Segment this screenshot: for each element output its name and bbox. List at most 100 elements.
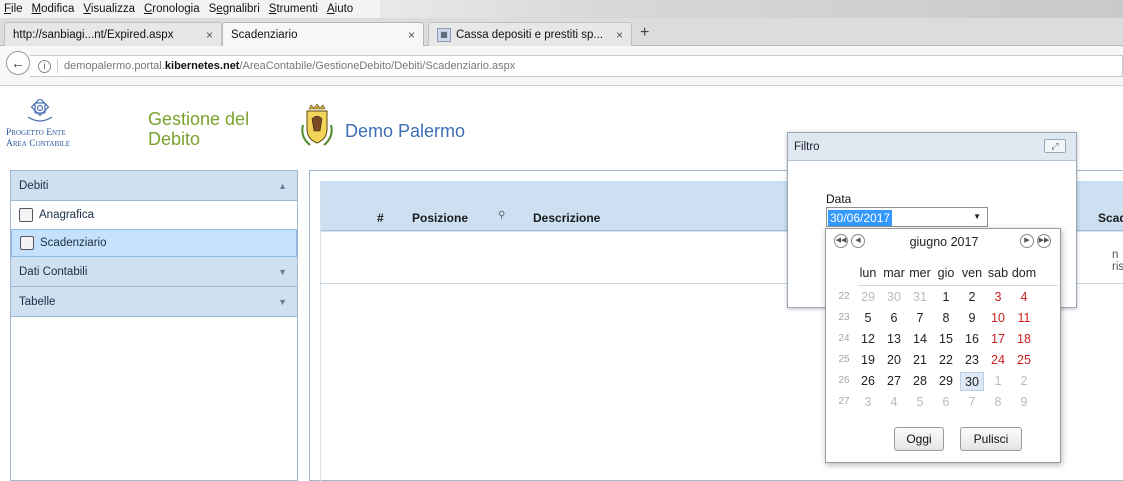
sidebar-item-anagrafica[interactable]: Anagrafica xyxy=(11,201,297,229)
calendar-day[interactable]: 16 xyxy=(960,330,984,349)
back-button[interactable]: ← xyxy=(6,51,30,75)
clear-button[interactable]: Pulisci xyxy=(960,427,1022,451)
calendar-day-other-month[interactable]: 5 xyxy=(908,393,932,412)
section-label: Debiti xyxy=(19,179,49,192)
title-bar-drag-area[interactable] xyxy=(380,0,1123,18)
week-number: 23 xyxy=(838,312,850,323)
calendar-day-other-month[interactable]: 4 xyxy=(882,393,906,412)
menu-visualizza[interactable]: Visualizza xyxy=(83,3,135,15)
dropdown-arrow-icon[interactable]: ▼ xyxy=(973,212,981,221)
calendar-day[interactable]: 22 xyxy=(934,351,958,370)
calendar-day-other-month[interactable]: 6 xyxy=(934,393,958,412)
close-tab-icon[interactable]: × xyxy=(408,28,415,42)
sidebar-item-scadenziario[interactable]: Scadenziario xyxy=(11,229,297,257)
weekday-label: mer xyxy=(909,266,931,280)
sidebar-section-dati-contabili[interactable]: Dati Contabili ▼ xyxy=(11,257,297,287)
url-prefix: demopalermo.portal. xyxy=(64,60,165,72)
calendar-day[interactable]: 7 xyxy=(908,309,932,328)
gauge-icon xyxy=(19,207,33,222)
calendar-day-other-month[interactable]: 29 xyxy=(856,288,880,307)
tab-cassa-depositi[interactable]: ▦ Cassa depositi e prestiti sp... × xyxy=(428,22,632,46)
calendar-day[interactable]: 6 xyxy=(882,309,906,328)
brand-text: Progetto Ente Area Contabile xyxy=(6,128,116,150)
sidebar-section-tabelle[interactable]: Tabelle ▼ xyxy=(11,287,297,317)
calendar-day-other-month[interactable]: 1 xyxy=(986,372,1010,391)
menu-modifica[interactable]: Modifica xyxy=(32,3,75,15)
calendar-day[interactable]: 13 xyxy=(882,330,906,349)
calendar-day-other-month[interactable]: 31 xyxy=(908,288,932,307)
calendar-day-other-month[interactable]: 3 xyxy=(856,393,880,412)
menu-file[interactable]: File xyxy=(4,3,23,15)
column-header-scadenza[interactable]: Scad xyxy=(1098,211,1123,225)
date-value[interactable]: 30/06/2017 xyxy=(828,210,893,226)
today-button[interactable]: Oggi xyxy=(894,427,944,451)
calendar-day[interactable]: 14 xyxy=(908,330,932,349)
column-header-posizione[interactable]: Posizione xyxy=(412,211,468,225)
back-arrow-icon: ← xyxy=(11,55,25,71)
calendar-day[interactable]: 3 xyxy=(986,288,1010,307)
calendar-day[interactable]: 18 xyxy=(1012,330,1036,349)
calendar-day[interactable]: 15 xyxy=(934,330,958,349)
menu-strumenti[interactable]: Strumenti xyxy=(269,3,318,15)
calendar-day[interactable]: 1 xyxy=(934,288,958,307)
week-number: 22 xyxy=(838,291,850,302)
calendar-day-selected[interactable]: 30 xyxy=(960,372,984,391)
calendar-day-other-month[interactable]: 7 xyxy=(960,393,984,412)
calendar-day[interactable]: 20 xyxy=(882,351,906,370)
calendar-day[interactable]: 2 xyxy=(960,288,984,307)
filter-title-bar[interactable]: Filtro ⤢ xyxy=(788,133,1076,161)
brand-line-2: Area Contabile xyxy=(6,139,71,149)
weekday-label: lun xyxy=(859,266,877,280)
sidebar: Debiti ▲ Anagrafica Scadenziario Dati Co… xyxy=(10,170,298,481)
sidebar-section-debiti[interactable]: Debiti ▲ xyxy=(11,171,297,201)
calendar-day-other-month[interactable]: 8 xyxy=(986,393,1010,412)
close-tab-icon[interactable]: × xyxy=(616,28,623,42)
brand-logo-icon xyxy=(27,99,53,122)
calendar-day[interactable]: 25 xyxy=(1012,351,1036,370)
chevron-down-icon: ▼ xyxy=(278,296,287,307)
next-month-icon[interactable]: ▶ xyxy=(1020,234,1034,248)
calendar-day[interactable]: 24 xyxy=(986,351,1010,370)
navigation-bar: i demopalermo.portal. kibernetes.net/Area… xyxy=(0,46,1123,86)
calendar-day[interactable]: 23 xyxy=(960,351,984,370)
calendar-day[interactable]: 29 xyxy=(934,372,958,391)
tab-scadenziario[interactable]: Scadenziario × xyxy=(222,22,424,47)
calendar-day[interactable]: 12 xyxy=(856,330,880,349)
calendar-day[interactable]: 5 xyxy=(856,309,880,328)
chevron-down-icon: ▼ xyxy=(278,266,287,277)
calendar-day-other-month[interactable]: 2 xyxy=(1012,372,1036,391)
filter-title: Filtro xyxy=(794,140,820,153)
calendar-day[interactable]: 21 xyxy=(908,351,932,370)
menu-cronologia[interactable]: Cronologia xyxy=(144,3,200,15)
site-info-icon[interactable]: i xyxy=(38,59,51,73)
calendar-day[interactable]: 11 xyxy=(1012,309,1036,328)
new-tab-button[interactable]: + xyxy=(640,24,649,42)
date-field[interactable]: 30/06/2017 ▼ xyxy=(826,207,988,227)
date-picker-calendar: ◀◀ ◀ giugno 2017 ▶ ▶▶ lun mar mer gio ven sab… xyxy=(825,228,1061,463)
column-header-number[interactable]: # xyxy=(377,211,384,225)
filter-column-icon[interactable]: ⚲ xyxy=(498,210,505,221)
week-number: 24 xyxy=(838,333,850,344)
calendar-day[interactable]: 8 xyxy=(934,309,958,328)
calendar-day[interactable]: 19 xyxy=(856,351,880,370)
address-bar[interactable]: i demopalermo.portal. kibernetes.net/Area… xyxy=(30,55,1123,77)
sidebar-item-label: Anagrafica xyxy=(39,208,94,221)
browser-tab-bar: http://sanbiagi...nt/Expired.aspx × Scad… xyxy=(0,18,1123,47)
close-tab-icon[interactable]: × xyxy=(206,28,213,42)
calendar-day[interactable]: 4 xyxy=(1012,288,1036,307)
maximize-icon[interactable]: ⤢ xyxy=(1044,139,1066,153)
calendar-day[interactable]: 27 xyxy=(882,372,906,391)
calendar-day[interactable]: 17 xyxy=(986,330,1010,349)
menu-segnalibri[interactable]: Segnalibri xyxy=(209,3,260,15)
column-header-descrizione[interactable]: Descrizione xyxy=(533,211,600,225)
calendar-day-other-month[interactable]: 9 xyxy=(1012,393,1036,412)
tab-expired[interactable]: http://sanbiagi...nt/Expired.aspx × xyxy=(4,22,222,46)
calendar-day[interactable]: 26 xyxy=(856,372,880,391)
calendar-day[interactable]: 28 xyxy=(908,372,932,391)
menu-aiuto[interactable]: Aiuto xyxy=(327,3,353,15)
next-year-icon[interactable]: ▶▶ xyxy=(1037,234,1051,248)
weekday-label: dom xyxy=(1011,266,1037,280)
calendar-day[interactable]: 10 xyxy=(986,309,1010,328)
calendar-day-other-month[interactable]: 30 xyxy=(882,288,906,307)
calendar-day[interactable]: 9 xyxy=(960,309,984,328)
